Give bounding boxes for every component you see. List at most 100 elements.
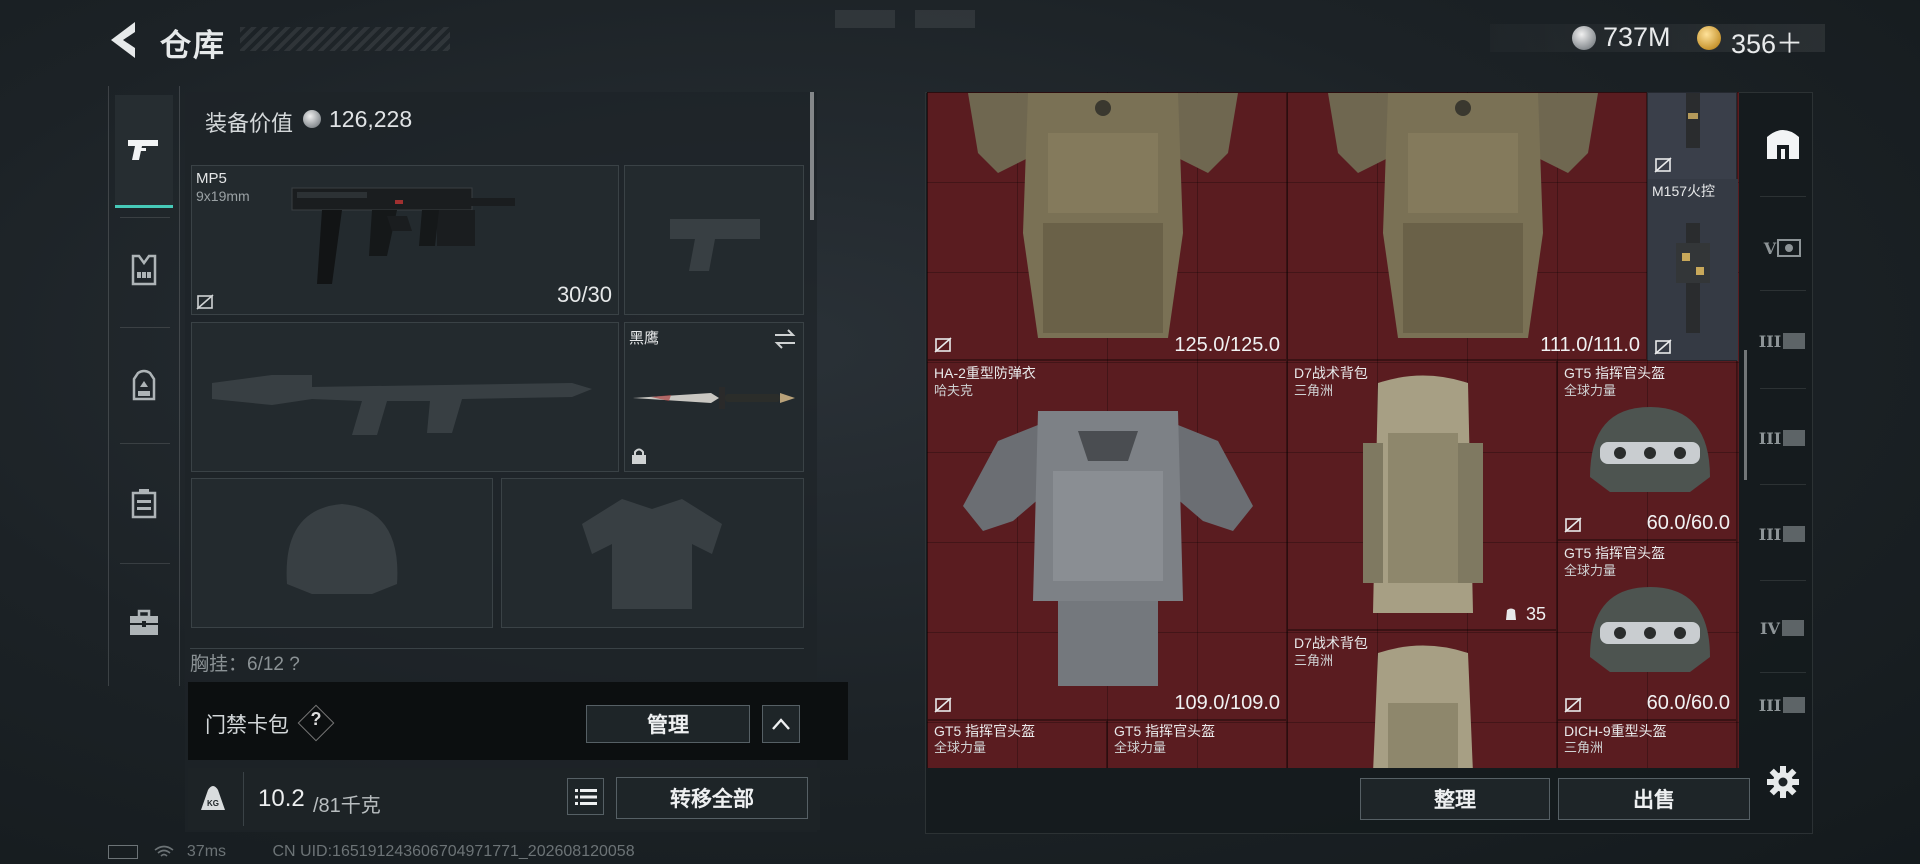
no-sell-icon <box>196 294 214 310</box>
stash-item-vest-1[interactable]: 125.0/125.0 <box>927 92 1287 360</box>
ping-value: 37ms <box>186 843 227 860</box>
weapon-name: MP5 <box>196 170 227 187</box>
scope-image <box>1686 93 1700 148</box>
item-durability: 60.0/60.0 <box>1646 692 1730 714</box>
item-name: GT5 指挥官头盔 <box>1564 545 1666 561</box>
primary-weapon-slot[interactable]: MP5 9x19mm 30/30 <box>191 165 619 315</box>
stash-tab-v[interactable]: V <box>1755 200 1811 296</box>
helmet-slot-empty[interactable] <box>191 478 493 628</box>
collapse-button[interactable] <box>762 705 800 743</box>
manage-button[interactable]: 管理 <box>586 705 750 743</box>
item-manufacturer: 三角洲 <box>1294 653 1334 668</box>
stash-item-backpack-2[interactable]: D7战术背包 三角洲 <box>1287 630 1557 768</box>
stash-tab-main[interactable] <box>1755 95 1811 191</box>
silver-amount[interactable]: 737M <box>1603 22 1671 53</box>
stash-item-heavy-helmet[interactable]: DICH-9重型头盔 三角洲 <box>1557 720 1737 768</box>
item-durability: 111.0/111.0 <box>1540 334 1640 356</box>
stash-item-helmet-4[interactable]: GT5 指挥官头盔 全球力量 <box>1107 720 1287 768</box>
item-name: GT5 指挥官头盔 <box>934 723 1036 739</box>
swap-icon[interactable] <box>773 329 797 349</box>
rail-item-weapons[interactable] <box>115 95 173 208</box>
stash-tab-iii-3[interactable]: III <box>1755 486 1811 582</box>
transfer-all-button[interactable]: 转移全部 <box>616 777 808 819</box>
scope-image <box>1676 223 1710 333</box>
tan-vest-image <box>968 93 1238 338</box>
card-pack-label: 门禁卡包 <box>205 714 289 737</box>
pistol-placeholder-icon <box>670 219 760 271</box>
stash-tab-iii-4[interactable]: III <box>1755 670 1811 740</box>
stash-tab-iii-1[interactable]: III <box>1755 293 1811 389</box>
top-decoration <box>835 10 975 28</box>
stash-tab-iii-2[interactable]: III <box>1755 390 1811 486</box>
backpack-icon <box>132 369 156 401</box>
item-manufacturer: 全球力量 <box>1114 740 1167 755</box>
tab-tier-label: III <box>1758 524 1782 544</box>
stash-tab-iv[interactable]: IV <box>1755 580 1811 676</box>
pistol-icon <box>128 140 158 160</box>
no-sell-icon <box>934 697 952 713</box>
sell-button[interactable]: 出售 <box>1558 778 1750 820</box>
item-manufacturer: 哈夫克 <box>934 383 974 398</box>
stash-item-helmet-2[interactable]: GT5 指挥官头盔 全球力量 60.0/60.0 <box>1557 540 1737 720</box>
gold-coin-icon <box>1697 26 1721 50</box>
weight-current: 10.2 <box>258 785 305 812</box>
stash-item-helmet-3[interactable]: GT5 指挥官头盔 全球力量 <box>927 720 1107 768</box>
item-name: GT5 指挥官头盔 <box>1564 365 1666 381</box>
stash-item-scope[interactable]: M157火控 <box>1647 92 1738 361</box>
stash-scrollbar[interactable] <box>1744 350 1747 480</box>
case-icon <box>1777 239 1802 257</box>
helmet-placeholder-icon <box>286 504 398 594</box>
title-decoration <box>240 27 450 51</box>
lock-icon <box>632 448 646 464</box>
gear-icon <box>1767 766 1799 798</box>
stash-item-backpack-1[interactable]: D7战术背包 三角洲 35 <box>1287 360 1557 630</box>
back-button[interactable] <box>105 18 145 62</box>
loadout-scrollbar[interactable] <box>810 92 814 220</box>
case-icon <box>1783 430 1806 446</box>
armor-slot-empty[interactable] <box>501 478 804 628</box>
case-icon <box>1783 526 1806 542</box>
sort-button[interactable]: 整理 <box>1360 778 1550 820</box>
silver-coin-icon <box>1572 26 1596 50</box>
rail-item-vest[interactable] <box>115 215 173 325</box>
no-sell-icon <box>1654 157 1672 173</box>
weapon-ammo: 30/30 <box>556 282 612 307</box>
stash-item-heavy-armor[interactable]: HA-2重型防弹衣 哈夫克 109.0/109.0 <box>927 360 1287 720</box>
item-name: HA-2重型防弹衣 <box>934 365 1036 381</box>
tab-tier-label: III <box>1758 695 1782 715</box>
sidearm-slot-empty[interactable] <box>624 165 804 315</box>
item-name: D7战术背包 <box>1294 635 1368 651</box>
secondary-weapon-slot-empty[interactable] <box>191 322 619 472</box>
rail-item-case[interactable] <box>115 568 173 678</box>
list-view-button[interactable] <box>567 778 604 815</box>
backpack-small-icon <box>1506 608 1516 620</box>
item-durability: 60.0/60.0 <box>1646 512 1730 534</box>
armor-placeholder-icon <box>582 499 722 609</box>
grey-vest-image <box>963 411 1253 686</box>
rail-item-backpack[interactable] <box>115 330 173 440</box>
item-name: DICH-9重型头盔 <box>1564 723 1667 739</box>
gold-amount[interactable]: 356＋ <box>1731 22 1803 61</box>
melee-slot[interactable]: 黑鹰 <box>624 322 804 472</box>
case-icon <box>130 609 158 635</box>
tab-tier-label: V <box>1763 238 1777 258</box>
item-manufacturer: 全球力量 <box>934 740 987 755</box>
item-name: M157火控 <box>1652 183 1716 199</box>
item-name: D7战术背包 <box>1294 365 1368 381</box>
stash-item-helmet-1[interactable]: GT5 指挥官头盔 全球力量 60.0/60.0 <box>1557 360 1737 540</box>
no-sell-icon <box>1564 517 1582 533</box>
settings-button[interactable] <box>1755 742 1811 822</box>
vest-icon <box>131 254 157 286</box>
weapon-caliber: 9x19mm <box>196 188 250 204</box>
equipment-value: 126,228 <box>329 106 413 132</box>
chest-rig-row[interactable]: 胸挂：6/12 ? <box>190 648 804 677</box>
battery-icon <box>108 844 138 859</box>
help-icon-glyph: ? <box>310 709 322 729</box>
item-name: GT5 指挥官头盔 <box>1114 723 1216 739</box>
page-title: 仓库 <box>160 28 226 63</box>
case-icon <box>1781 620 1804 636</box>
rail-item-container[interactable] <box>115 448 173 558</box>
stash-grid[interactable]: 125.0/125.0 111.0/111.0 M157火控 HA-2重型防弹衣… <box>927 92 1739 768</box>
mp5-weapon-image <box>291 187 515 284</box>
stash-item-vest-2[interactable]: 111.0/111.0 <box>1287 92 1647 360</box>
